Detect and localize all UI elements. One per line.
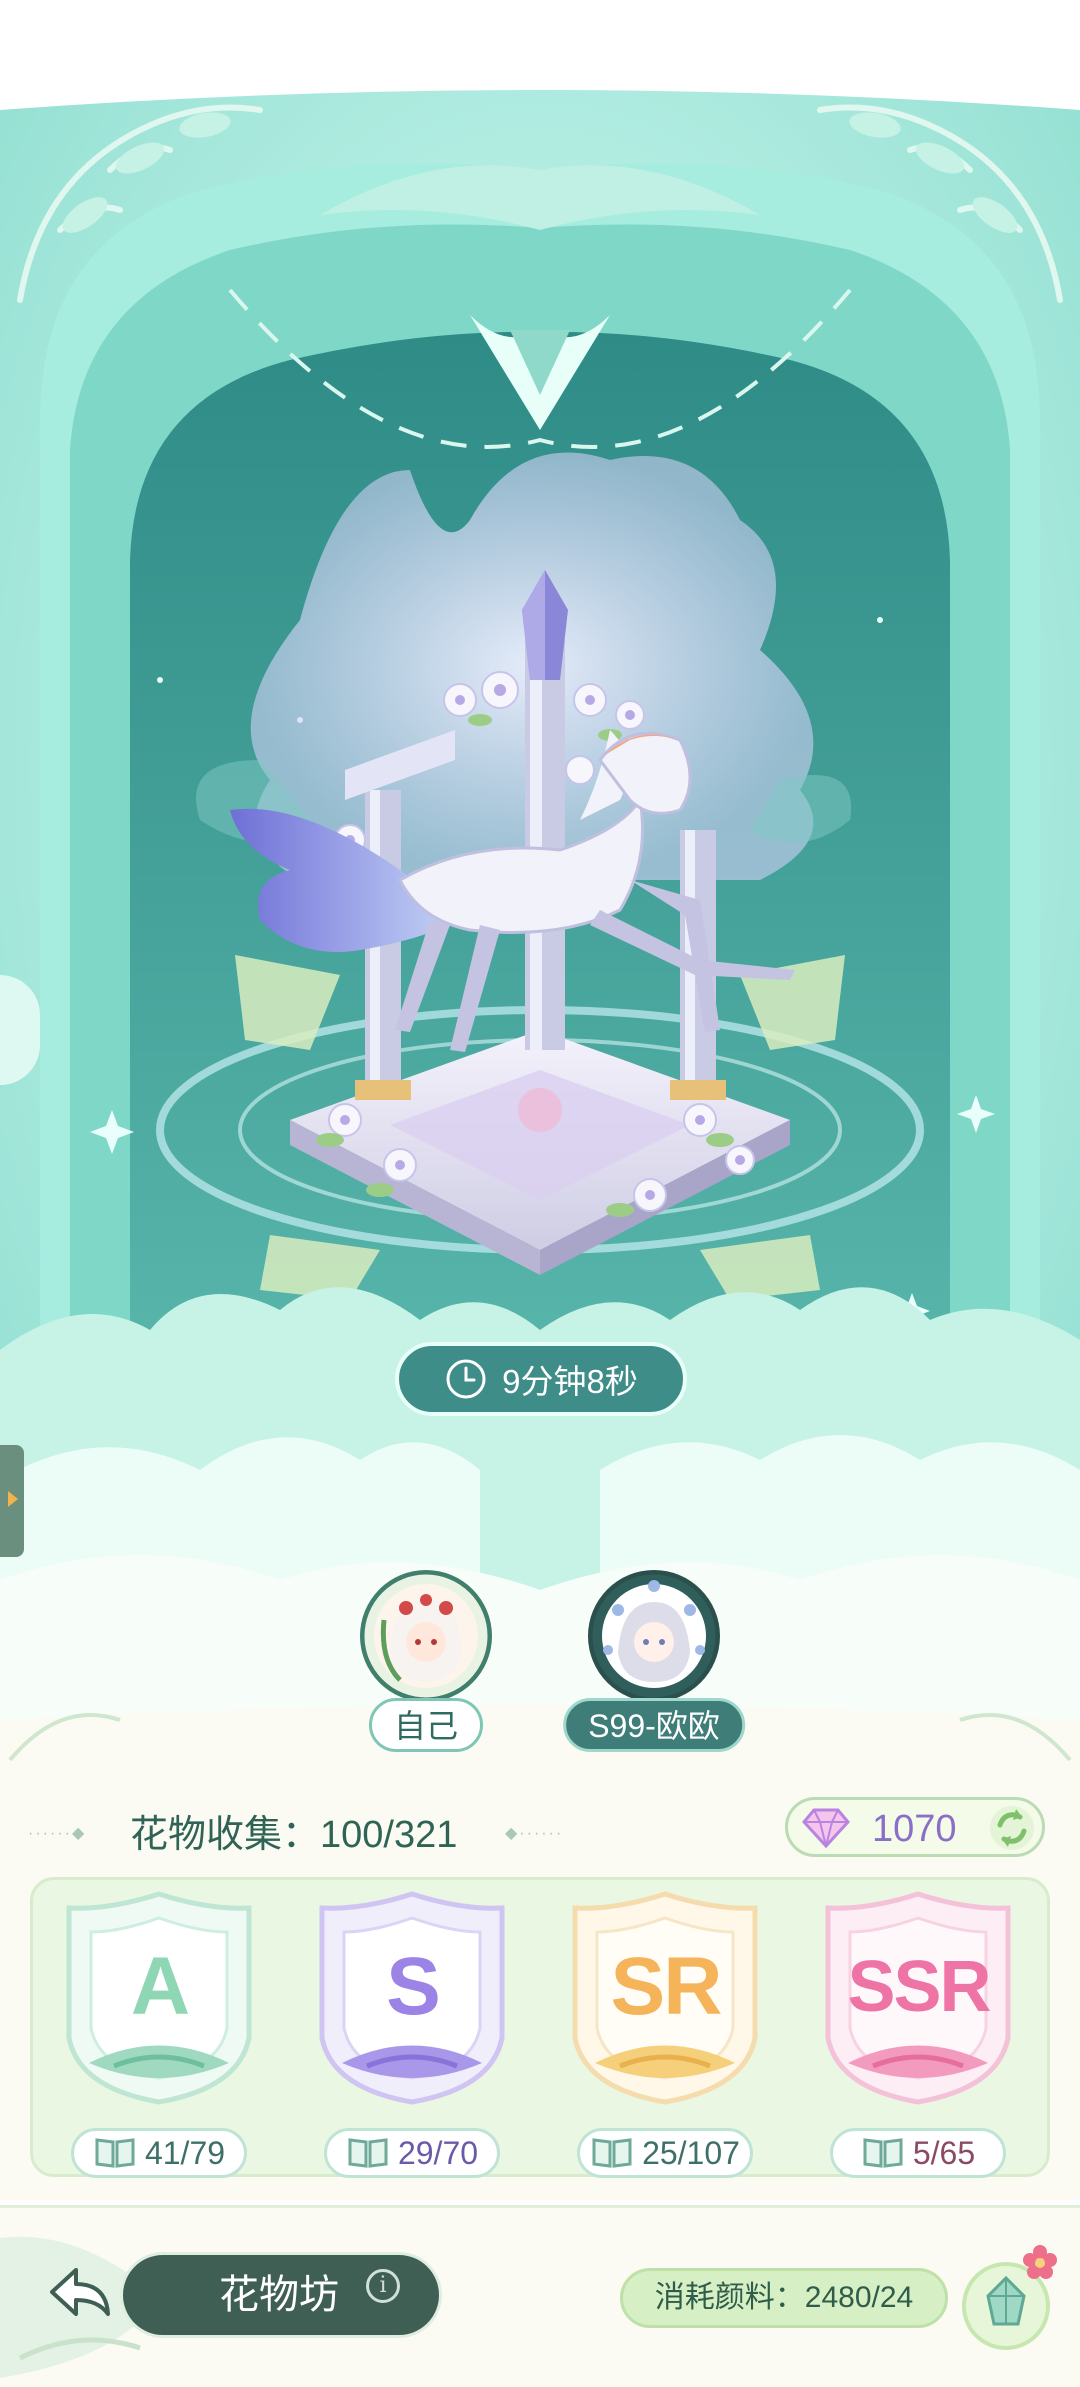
divider-ornament-right: ◆······ bbox=[505, 1825, 564, 1842]
rarity-count-text: 25/107 bbox=[642, 2134, 740, 2171]
info-icon[interactable]: i bbox=[366, 2269, 400, 2303]
book-icon bbox=[95, 2138, 135, 2168]
rarity-letter-sr: SR bbox=[610, 1941, 723, 2032]
rarity-card-ssr[interactable]: SSR 5/65 bbox=[816, 1888, 1021, 2178]
crystal-flower-button[interactable] bbox=[962, 2238, 1058, 2356]
divider-ornament-left: ······◆ bbox=[28, 1825, 87, 1842]
self-avatar[interactable] bbox=[359, 1569, 493, 1703]
workshop-label: 花物坊 bbox=[219, 2273, 339, 2317]
collection-panel: ······◆ 花物收集：100/321 ◆······ 1070 A 41/7… bbox=[0, 1770, 1080, 2200]
rarity-count-text: 5/65 bbox=[912, 2134, 976, 2171]
friend-name-label: S99-欧欧 bbox=[563, 1698, 745, 1752]
player-self[interactable]: 自己 bbox=[356, 1569, 496, 1752]
collection-progress: 花物收集：100/321 bbox=[130, 1814, 458, 1856]
scene-artwork bbox=[0, 0, 1080, 1790]
rarity-letter-ssr: SSR bbox=[847, 1947, 991, 2027]
timer-text: 9分钟8秒 bbox=[502, 1363, 638, 1400]
book-icon bbox=[592, 2138, 632, 2168]
gem-value: 1070 bbox=[872, 1808, 957, 1850]
refresh-icon[interactable] bbox=[986, 1803, 1038, 1853]
rarity-card-sr[interactable]: SR 25/107 bbox=[563, 1888, 768, 2178]
book-icon bbox=[863, 2138, 903, 2168]
rarity-letter-a: A bbox=[130, 1941, 190, 2032]
book-icon bbox=[348, 2138, 388, 2168]
rarity-count-text: 41/79 bbox=[144, 2134, 226, 2171]
back-arrow-icon[interactable] bbox=[46, 2262, 116, 2322]
rarity-count-a: 41/79 bbox=[71, 2128, 247, 2178]
rarity-count-text: 29/70 bbox=[397, 2134, 479, 2171]
bottom-bar: 花物坊 i 消耗颜料：2480/24 bbox=[0, 2205, 1080, 2387]
rarity-letter-s: S bbox=[386, 1941, 441, 2032]
gem-balance[interactable]: 1070 bbox=[785, 1797, 1045, 1857]
rarity-count-sr: 25/107 bbox=[577, 2128, 753, 2178]
rarity-card-a[interactable]: A 41/79 bbox=[57, 1888, 262, 2178]
rarity-count-ssr: 5/65 bbox=[830, 2128, 1006, 2178]
flower-display-scene: 9分钟8秒 自己 S99-欧欧 bbox=[0, 0, 1080, 1790]
paint-consumption: 消耗颜料：2480/24 bbox=[620, 2268, 948, 2328]
self-name-label: 自己 bbox=[368, 1698, 484, 1752]
collection-header: ······◆ 花物收集：100/321 ◆······ 1070 bbox=[0, 1795, 1080, 1865]
rarity-card-s[interactable]: S 29/70 bbox=[310, 1888, 515, 2178]
diamond-icon bbox=[802, 1808, 850, 1849]
clock-icon bbox=[446, 1359, 486, 1399]
friend-avatar[interactable] bbox=[587, 1569, 721, 1703]
rarity-count-s: 29/70 bbox=[324, 2128, 500, 2178]
side-drawer-handle[interactable] bbox=[0, 1445, 24, 1557]
growth-timer: 9分钟8秒 bbox=[395, 1342, 687, 1416]
player-friend[interactable]: S99-欧欧 bbox=[554, 1569, 754, 1752]
workshop-nav: 花物坊 i bbox=[20, 2244, 442, 2340]
